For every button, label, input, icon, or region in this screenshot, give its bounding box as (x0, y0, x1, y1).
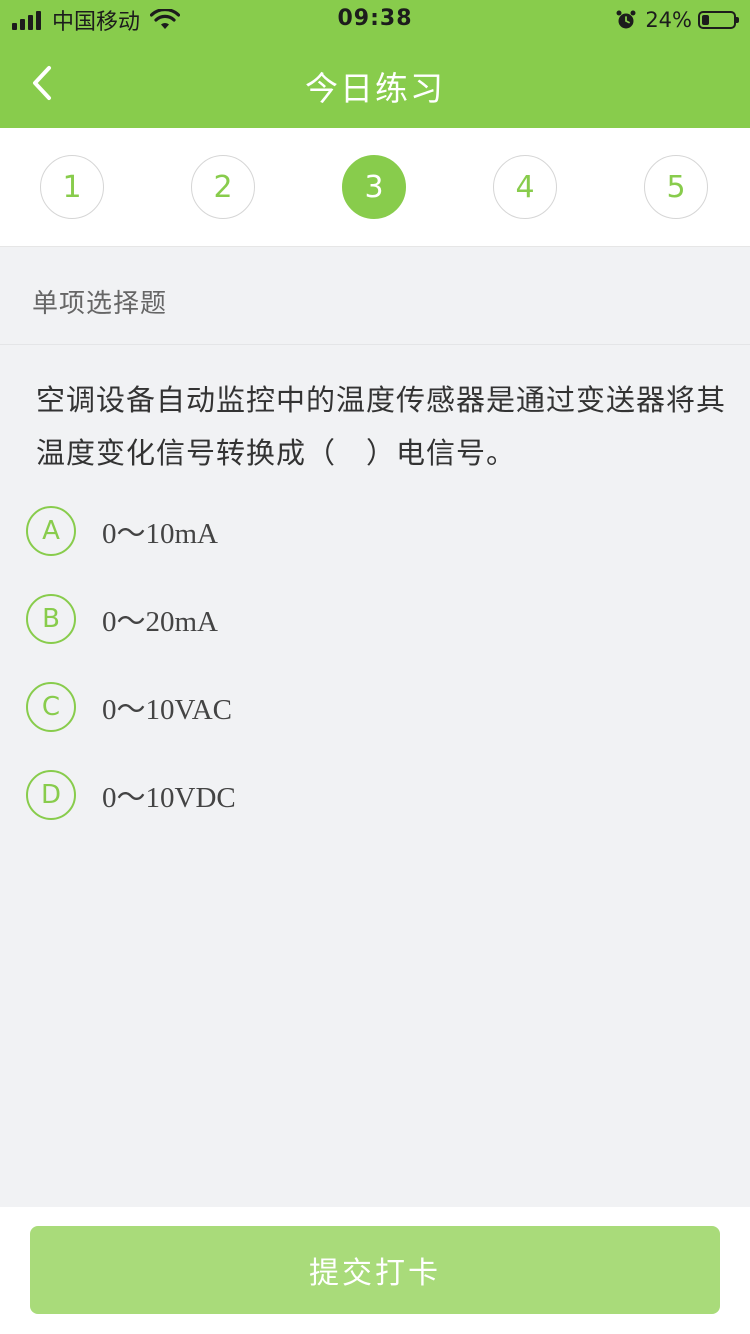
option-c[interactable]: C 0～10VAC (26, 681, 232, 733)
battery-percentage: 24% (645, 8, 692, 32)
option-b[interactable]: B 0～20mA (26, 593, 218, 645)
step-1[interactable]: 1 (40, 155, 104, 219)
option-c-letter: C (26, 682, 76, 732)
option-a[interactable]: A 0～10mA (26, 505, 218, 557)
option-b-text: 0～20mA (102, 606, 219, 638)
option-d[interactable]: D 0～10VDC (26, 769, 236, 821)
step-3[interactable]: 3 (342, 155, 406, 219)
step-2[interactable]: 2 (191, 155, 255, 219)
question-type-label: 单项选择题 (32, 289, 168, 319)
battery-icon (698, 11, 739, 29)
option-a-text: 0～10mA (102, 518, 219, 550)
page-title: 今日练习 (305, 69, 445, 108)
question-text: 空调设备自动监控中的温度传感器是通过变送器将其温度变化信号转换成（ ）电信号。 (36, 383, 727, 470)
step-5[interactable]: 5 (644, 155, 708, 219)
footer-bar: 提交打卡 (0, 1207, 750, 1334)
app-header: 中国移动 09:38 24% 今日练习 (0, 0, 750, 128)
option-b-letter: B (26, 594, 76, 644)
option-d-text: 0～10VDC (102, 782, 236, 814)
option-a-letter: A (26, 506, 76, 556)
question-stepper: 1 2 3 4 5 (0, 128, 750, 247)
option-c-text: 0～10VAC (102, 694, 232, 726)
alarm-icon (616, 10, 636, 29)
step-4[interactable]: 4 (493, 155, 557, 219)
submit-checkin-button[interactable]: 提交打卡 (30, 1226, 720, 1314)
question-type-bar: 单项选择题 (0, 247, 750, 345)
battery-fill (702, 15, 709, 25)
option-d-letter: D (26, 770, 76, 820)
status-bar: 中国移动 09:38 24% (0, 0, 750, 40)
